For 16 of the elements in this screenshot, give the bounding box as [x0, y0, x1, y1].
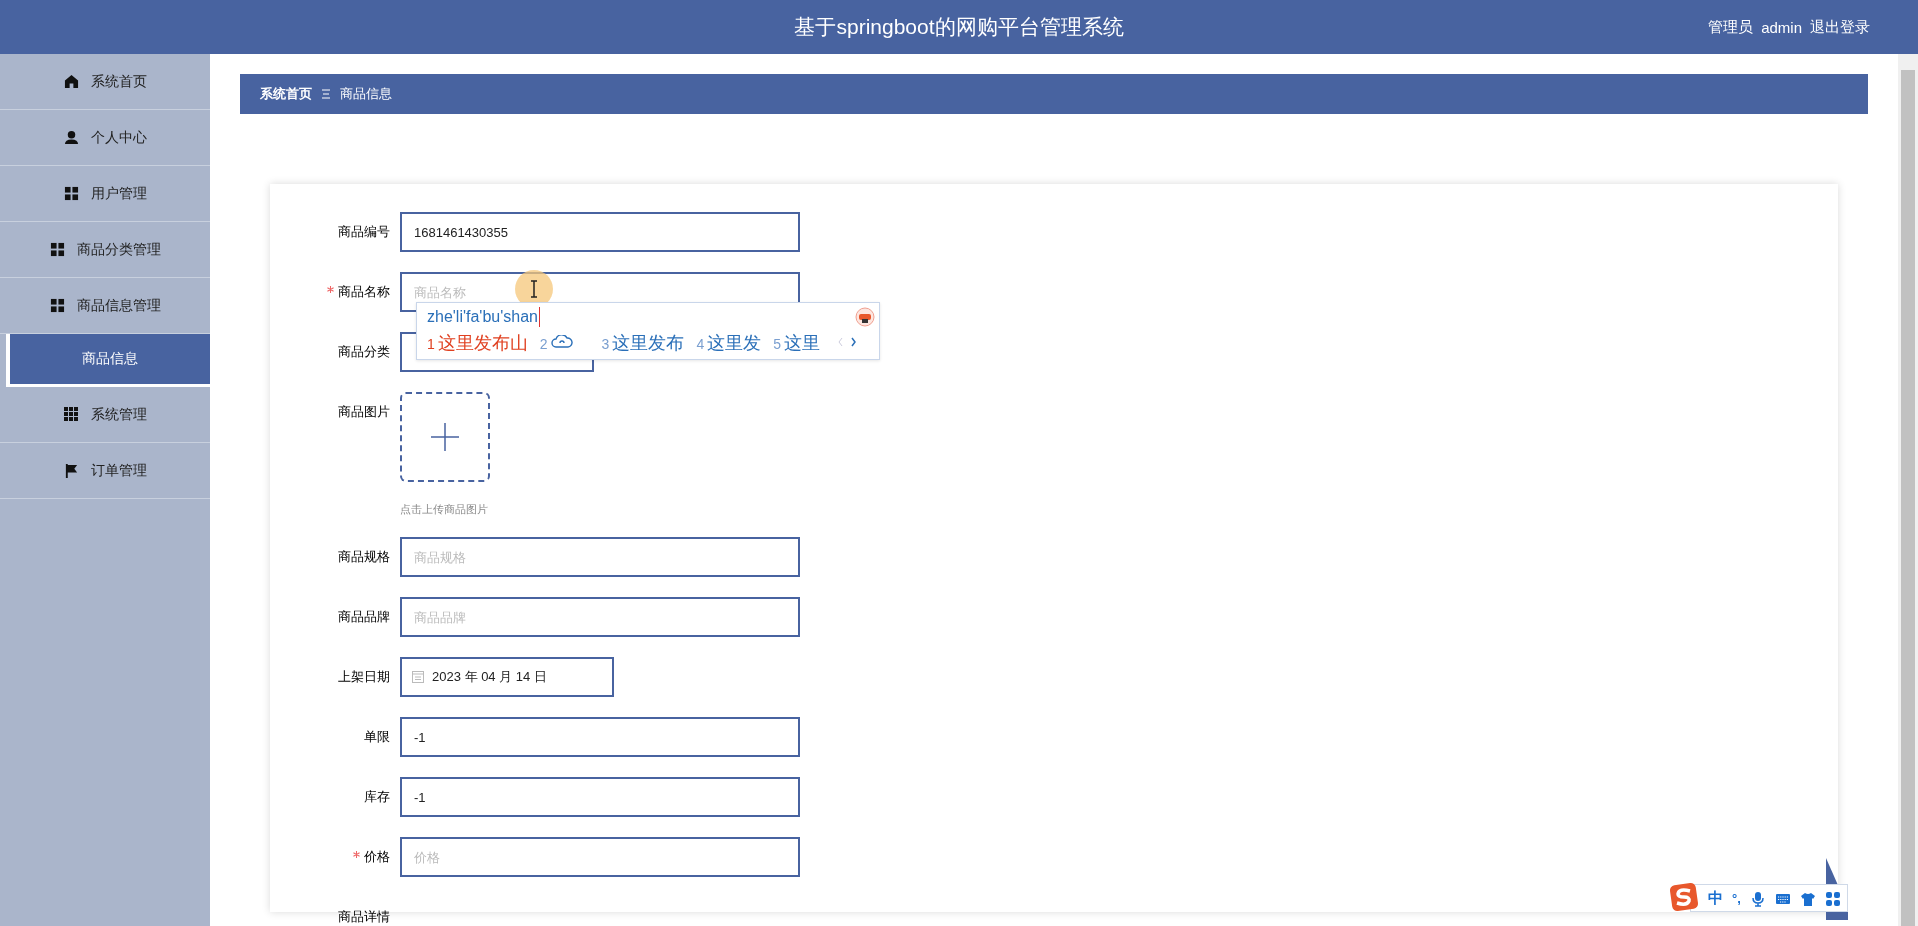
user-role: 管理员: [1708, 17, 1754, 37]
field-label: 库存: [364, 788, 390, 806]
field-label: 商品图片: [338, 403, 390, 421]
field-label: 价格: [364, 848, 390, 866]
field-label: 商品详情: [338, 908, 390, 926]
field-label: 商品分类: [338, 343, 390, 361]
field-label: 商品编号: [338, 223, 390, 241]
upload-hint: 点击上传商品图片: [400, 502, 489, 517]
field-label: 商品品牌: [338, 608, 390, 626]
composition-text: zhe'li'fa'bu'shan: [427, 307, 540, 327]
field-label: 商品规格: [338, 548, 390, 566]
field-label: 单限: [364, 728, 390, 746]
field-label: 商品名称: [338, 283, 390, 301]
field-label: 上架日期: [338, 668, 390, 686]
user-name: admin: [1761, 18, 1802, 36]
app-title: 基于springboot的网购平台管理系统: [794, 14, 1124, 40]
